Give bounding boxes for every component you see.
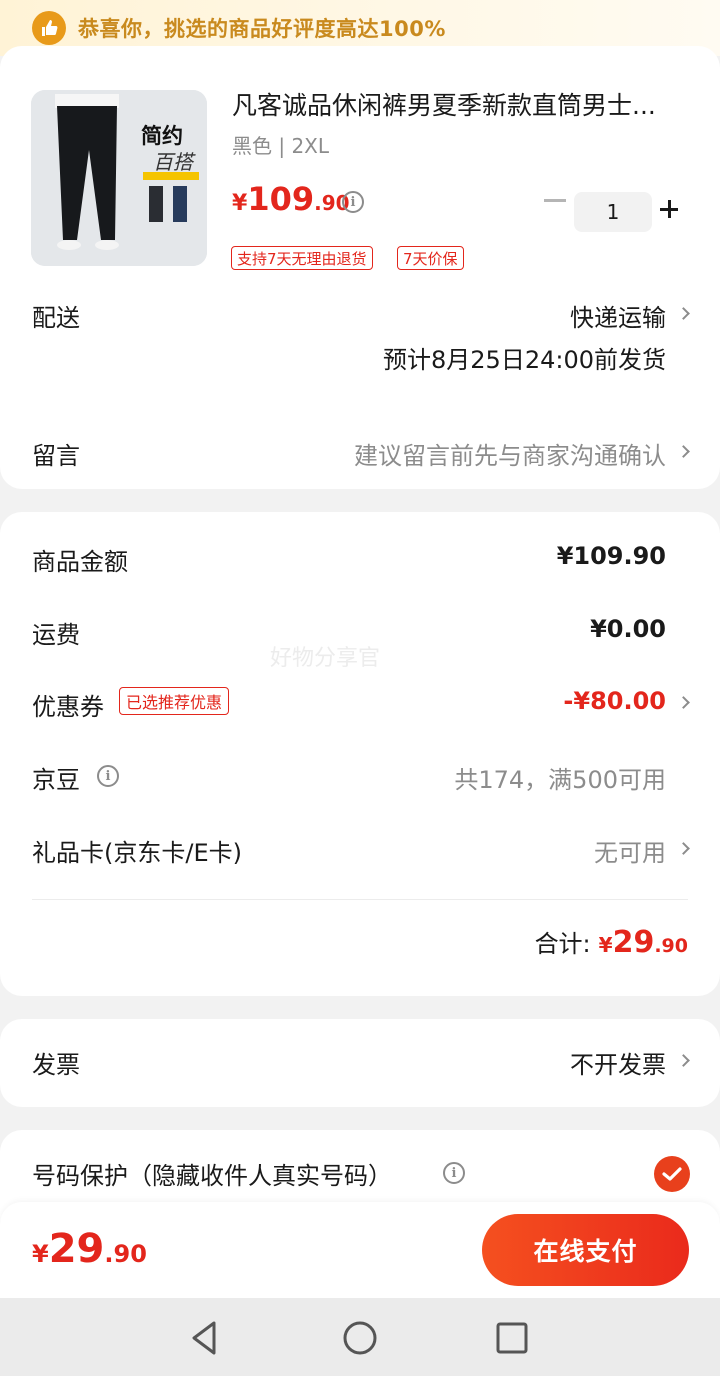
pay-online-button[interactable]: 在线支付: [482, 1214, 689, 1286]
checkout-total-decimal: .90: [104, 1240, 147, 1268]
checkout-total-price: ¥29.90: [32, 1226, 147, 1272]
message-input[interactable]: 建议留言前先与商家沟通确认: [354, 436, 666, 471]
coupon-value[interactable]: -¥80.00: [563, 687, 666, 715]
quantity-input[interactable]: 1: [574, 192, 652, 232]
checkout-bar: ¥29.90 在线支付: [0, 1202, 720, 1298]
product-price: ¥109.90: [232, 180, 350, 218]
total-decimal: .90: [654, 935, 688, 957]
invoice-value[interactable]: 不开发票: [570, 1045, 666, 1080]
image-text-line2: 百搭: [153, 150, 193, 174]
tag-return-policy: 支持7天无理由退货: [231, 246, 373, 270]
delivery-method[interactable]: 快递运输: [570, 298, 666, 333]
invoice-label: 发票: [32, 1051, 80, 1079]
home-icon[interactable]: [340, 1318, 380, 1358]
phone-protection-label: 号码保护（隐藏收件人真实号码）: [32, 1162, 392, 1190]
watermark-text: 好物分享官: [270, 646, 381, 671]
goods-amount-label: 商品金额: [32, 548, 128, 576]
banner-text: 恭喜你，挑选的商品好评度高达100%: [78, 17, 446, 41]
gift-card-chevron-icon[interactable]: [677, 842, 690, 855]
checkout-total-integer: 29: [48, 1226, 105, 1272]
message-chevron-icon[interactable]: [677, 445, 690, 458]
shipping-label: 运费: [32, 621, 80, 649]
system-navigation-bar: [0, 1298, 720, 1376]
product-image[interactable]: 简约 百搭: [31, 90, 207, 266]
coupon-badge: 已选推荐优惠: [119, 687, 230, 715]
jd-beans-info-icon[interactable]: i: [97, 765, 119, 787]
phone-protection-checkbox[interactable]: [654, 1156, 690, 1192]
invoice-card[interactable]: 发票 不开发票: [0, 1019, 720, 1107]
quantity-decrease-button[interactable]: [544, 199, 566, 202]
goods-amount-value: ¥109.90: [556, 542, 666, 570]
price-symbol: ¥: [232, 191, 248, 216]
coupon-chevron-icon[interactable]: [677, 696, 690, 709]
price-info-icon[interactable]: i: [342, 191, 364, 213]
total-integer: 29: [612, 925, 655, 960]
total-label: 合计:: [534, 930, 591, 958]
summary-total: 合计: ¥ 29 .90: [535, 924, 688, 960]
jd-beans-value: 共174，满500可用: [454, 766, 666, 794]
gift-card-value[interactable]: 无可用: [594, 833, 666, 868]
message-label: 留言: [32, 442, 80, 470]
price-integer: 109: [247, 180, 315, 218]
back-icon[interactable]: [186, 1318, 226, 1358]
product-card: 简约 百搭 凡客诚品休闲裤男夏季新款直筒男士... 黑色 | 2XL ¥109.…: [0, 46, 720, 489]
total-symbol: ¥: [598, 933, 613, 957]
invoice-chevron-icon[interactable]: [677, 1054, 690, 1067]
summary-divider: [32, 899, 688, 900]
delivery-chevron-icon[interactable]: [677, 307, 690, 320]
thumbs-up-icon: [32, 11, 66, 45]
quantity-increase-button[interactable]: [660, 200, 680, 220]
coupon-label: 优惠券: [32, 693, 104, 721]
price-summary-card: 商品金额 ¥109.90 运费 ¥0.00 好物分享官 优惠券 已选推荐优惠 -…: [0, 512, 720, 996]
tag-price-protection: 7天价保: [397, 246, 464, 270]
shipping-value: ¥0.00: [590, 615, 666, 643]
phone-protection-info-icon[interactable]: i: [443, 1162, 465, 1184]
gift-card-label: 礼品卡(京东卡/E卡): [32, 839, 242, 867]
product-spec[interactable]: 黑色 | 2XL: [232, 130, 329, 159]
checkout-total-symbol: ¥: [32, 1240, 49, 1268]
delivery-label: 配送: [32, 304, 80, 332]
delivery-eta: 预计8月25日24:00前发货: [383, 346, 666, 374]
check-icon: [662, 1167, 682, 1181]
jd-beans-label: 京豆: [32, 766, 80, 794]
product-title[interactable]: 凡客诚品休闲裤男夏季新款直筒男士...: [232, 86, 692, 122]
recent-apps-icon[interactable]: [492, 1318, 532, 1358]
